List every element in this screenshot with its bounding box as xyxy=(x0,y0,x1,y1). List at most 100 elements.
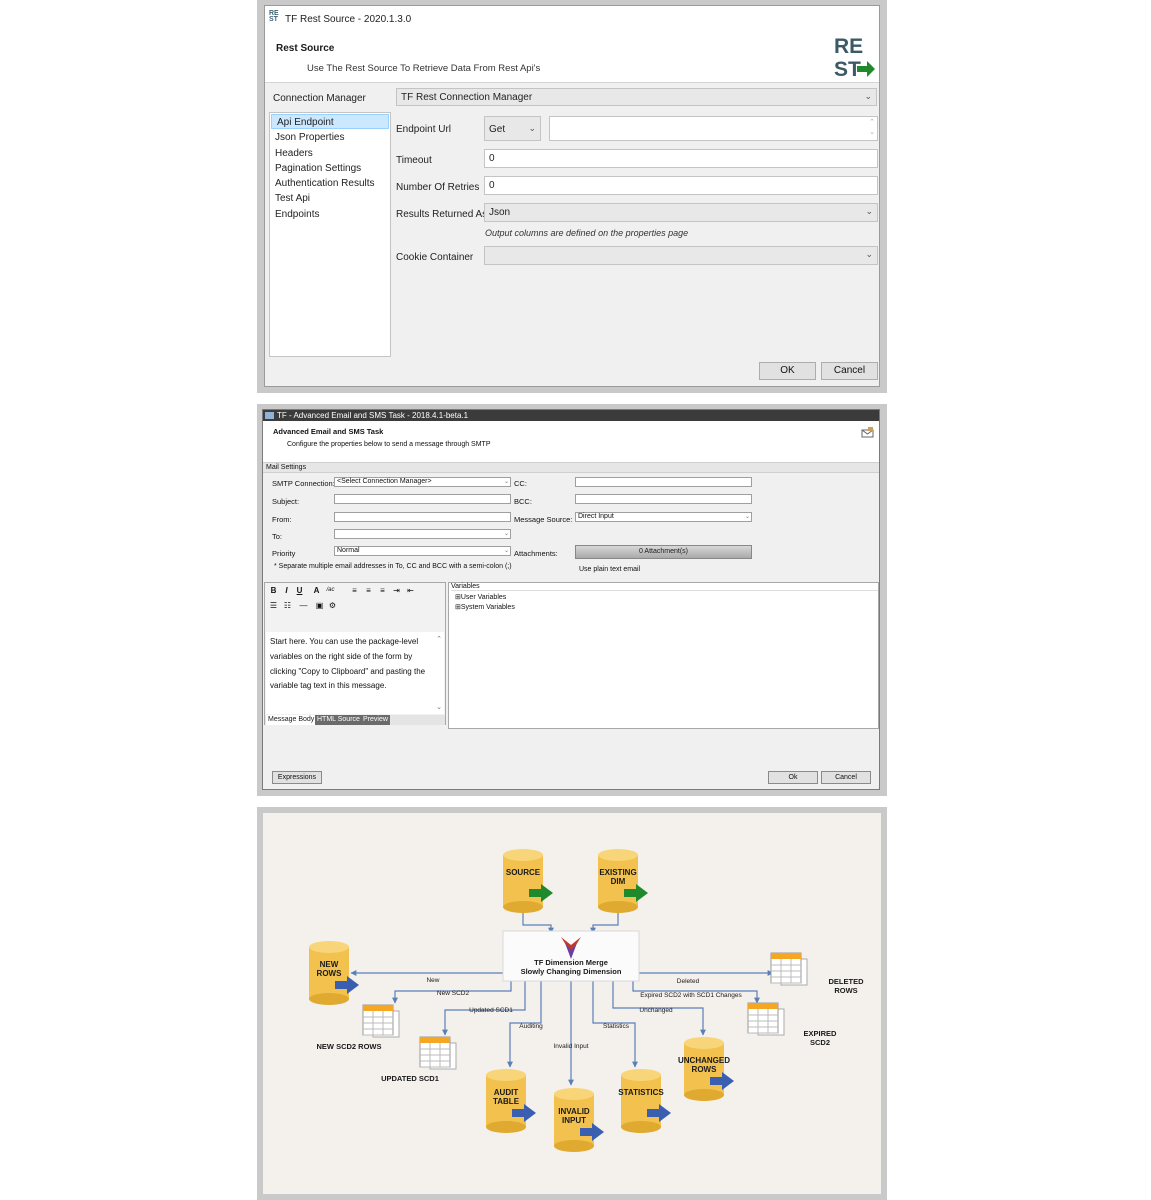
priority-select[interactable]: Normal ⌄ xyxy=(334,546,511,556)
smtp-connection-select[interactable]: <Select Connection Manager> ⌄ xyxy=(334,477,511,487)
deleted-rows-label-line: ROWS xyxy=(834,986,857,995)
message-body-text[interactable]: Start here. You can use the package-leve… xyxy=(266,632,444,714)
rest-logo-icon: RE ST xyxy=(834,35,875,81)
bold-icon[interactable]: B xyxy=(268,585,279,596)
results-returned-select[interactable]: Json ⌄ xyxy=(484,203,878,222)
cc-input[interactable] xyxy=(575,477,752,487)
chevron-down-icon: ⌄ xyxy=(865,249,873,259)
edge-label-unchanged-line: Unchanged xyxy=(639,1007,673,1014)
nav-item-json-properties[interactable]: Json Properties xyxy=(270,130,390,145)
outdent-icon[interactable]: ⇤ xyxy=(405,585,416,596)
dialog-subheading: Configure the properties below to send a… xyxy=(287,441,491,448)
edge-label-auditing: Auditing xyxy=(519,1023,543,1030)
cancel-button[interactable]: Cancel xyxy=(821,771,871,784)
deleted-rows-label-line: DELETED xyxy=(828,977,864,986)
bullet-list-icon[interactable]: ☰ xyxy=(268,600,279,611)
endpoint-url-input[interactable]: ⌃ ⌄ xyxy=(549,116,878,141)
nav-item-authentication-results[interactable]: Authentication Results xyxy=(270,176,390,191)
edge-label-updated-scd1-line: Updated SCD1 xyxy=(469,1007,513,1014)
align-right-icon[interactable]: ≡ xyxy=(377,585,388,596)
scroll-up-icon[interactable]: ⌃ xyxy=(436,635,442,643)
dimension-merge-label: TF Dimension Merge Slowly Changing Dimens… xyxy=(521,958,622,976)
updated-scd1-table xyxy=(419,1036,457,1070)
expired-scd2-label-line: SCD2 xyxy=(810,1038,830,1047)
deleted-rows-table-header xyxy=(771,953,801,959)
dialog-header: RE ST TF Rest Source - 2020.1.3.0 Rest So… xyxy=(265,6,879,83)
plain-text-checkbox[interactable]: Use plain text email xyxy=(574,566,640,573)
deleted-rows-label: DELETED ROWS xyxy=(828,977,864,995)
edge-label-deleted: Deleted xyxy=(677,978,700,985)
nav-item-api-endpoint[interactable]: Api Endpoint xyxy=(271,114,389,130)
from-label: From: xyxy=(272,515,292,524)
updated-scd1-table-header xyxy=(420,1037,450,1043)
connection-manager-select[interactable]: TF Rest Connection Manager ⌄ xyxy=(396,88,877,106)
svg-text:ST: ST xyxy=(834,58,861,81)
cookie-container-select[interactable]: ⌄ xyxy=(484,246,878,265)
tab-html-source[interactable]: HTML Source xyxy=(315,715,362,725)
attachments-label: Attachments: xyxy=(514,549,558,558)
horizontal-rule-icon[interactable]: — xyxy=(298,600,309,611)
svg-text:RE: RE xyxy=(834,35,863,58)
nav-item-test-api[interactable]: Test Api xyxy=(270,191,390,206)
message-source-value: Direct Input xyxy=(578,513,614,520)
variables-header: Variables xyxy=(451,583,878,591)
new-rows-cylinder-label: NEW ROWS xyxy=(317,960,343,978)
retries-input[interactable]: 0 xyxy=(484,176,878,195)
subject-input[interactable] xyxy=(334,494,511,504)
source-cylinder-top xyxy=(503,849,543,861)
unchanged-rows-cylinder-label-line: UNCHANGED xyxy=(678,1056,730,1065)
unchanged-rows-cylinder: UNCHANGED ROWS xyxy=(678,1037,734,1101)
attachments-button[interactable]: 0 Attachment(s) xyxy=(575,545,752,559)
message-editor: B I U A /ac ≡ ≡ ≡ ⇥ ⇤ ☰ ☷ — ▣ ⚙ Start he… xyxy=(264,582,446,725)
dimension-merge-label-line: TF Dimension Merge xyxy=(534,958,608,967)
window-title: TF - Advanced Email and SMS Task - 2018.… xyxy=(277,411,469,420)
ok-button[interactable]: OK xyxy=(759,362,816,380)
email-task-dialog: TF - Advanced Email and SMS Task - 2018.… xyxy=(262,409,880,790)
invalid-input-cylinder-label-line: INPUT xyxy=(562,1116,586,1125)
clear-format-icon[interactable]: /ac xyxy=(325,585,336,596)
existing-dim-cylinder-base xyxy=(598,901,638,913)
align-center-icon[interactable]: ≡ xyxy=(363,585,374,596)
scd-flow-diagram: New New SCD2 Updated SCD1 Auditing Invalid I… xyxy=(309,849,864,1152)
new-rows-cylinder-base xyxy=(309,993,349,1005)
audit-table-cylinder-label-line: TABLE xyxy=(493,1097,520,1106)
numbered-list-icon[interactable]: ☷ xyxy=(282,600,293,611)
smtp-label: SMTP Connection: xyxy=(272,479,335,488)
underline-icon[interactable]: U xyxy=(294,585,305,596)
scroll-arrows-icon[interactable]: ⌃ ⌄ xyxy=(869,118,875,138)
http-method-select[interactable]: Get ⌄ xyxy=(484,116,541,141)
indent-icon[interactable]: ⇥ xyxy=(391,585,402,596)
unchanged-rows-cylinder-top xyxy=(684,1037,724,1049)
to-input[interactable]: ⌄ xyxy=(334,529,511,539)
timeout-input[interactable]: 0 xyxy=(484,149,878,168)
italic-icon[interactable]: I xyxy=(281,585,292,596)
nav-item-pagination-settings[interactable]: Pagination Settings xyxy=(270,161,390,176)
tab-preview[interactable]: Preview xyxy=(361,715,390,725)
from-input[interactable] xyxy=(334,512,511,522)
nav-item-endpoints[interactable]: Endpoints xyxy=(270,207,390,222)
audit-table-cylinder-label: AUDIT TABLE xyxy=(493,1088,520,1106)
invalid-input-cylinder-label: INVALID INPUT xyxy=(558,1107,590,1125)
nav-item-headers[interactable]: Headers xyxy=(270,146,390,161)
expressions-button[interactable]: Expressions xyxy=(272,771,322,784)
audit-table-cylinder-label-line: AUDIT xyxy=(494,1088,519,1097)
message-source-label: Message Source: xyxy=(514,515,573,524)
font-color-icon[interactable]: A xyxy=(311,585,322,596)
bcc-input[interactable] xyxy=(575,494,752,504)
system-variables-node[interactable]: ⊞System Variables xyxy=(455,603,515,611)
new-scd2-table-header xyxy=(363,1005,393,1011)
message-source-select[interactable]: Direct Input ⌄ xyxy=(575,512,752,522)
edge-label-expired: Expired SCD2 with SCD1 Changes xyxy=(640,992,742,999)
link-icon[interactable]: ⚙ xyxy=(327,600,338,611)
cancel-button[interactable]: Cancel xyxy=(821,362,878,380)
ok-button[interactable]: Ok xyxy=(768,771,818,784)
chevron-down-icon: ⌄ xyxy=(865,206,873,216)
tab-message-body[interactable]: Message Body xyxy=(266,715,317,725)
align-left-icon[interactable]: ≡ xyxy=(349,585,360,596)
scroll-down-icon[interactable]: ⌄ xyxy=(436,703,442,711)
image-icon[interactable]: ▣ xyxy=(314,600,325,611)
chevron-down-icon: ⌄ xyxy=(864,91,872,101)
source-cylinder-base xyxy=(503,901,543,913)
user-variables-node[interactable]: ⊞User Variables xyxy=(455,593,506,601)
new-rows-cylinder-label-line: NEW xyxy=(320,960,339,969)
